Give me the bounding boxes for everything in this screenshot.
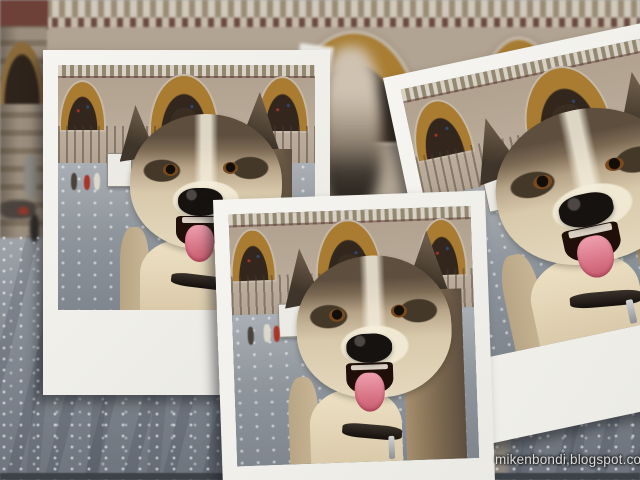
pedestrian [93,172,101,190]
mosaic-arch [231,230,275,281]
dog-head [481,90,640,281]
pedestrian [70,172,78,190]
dog-right-eye [391,304,408,318]
red-bag [18,207,29,215]
watermark-url: mikenbondi,blogspot.com [495,452,640,467]
pedestrian [273,326,281,342]
photo-dog-in-square [228,206,480,467]
pedestrian [24,155,37,199]
pedestrian [246,327,254,345]
balustrade [0,0,640,17]
dentil-band [0,18,640,27]
dog-left-eye [162,163,179,176]
dog-collar-tag [388,435,396,459]
mosaic-arch [60,81,105,130]
pedestrian [83,175,91,190]
dog-right-eye [222,161,239,174]
polaroid-front-center [213,190,498,480]
dog-malamute [283,229,468,467]
dog-teeth [181,217,218,223]
pedestrian [263,323,271,342]
photo-collage: mikenbondi,blogspot.com [0,0,640,480]
